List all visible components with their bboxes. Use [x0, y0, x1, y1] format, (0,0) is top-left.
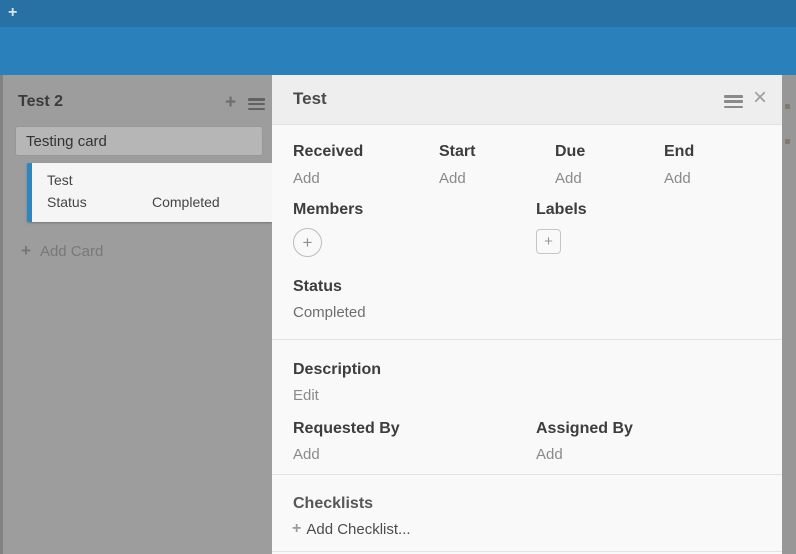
due-label: Due [555, 143, 585, 160]
start-field: Start Add [439, 143, 475, 187]
end-field: End Add [664, 143, 694, 187]
due-add-link[interactable]: Add [555, 170, 585, 187]
status-label: Status [293, 278, 342, 296]
minicard-field-value: Completed [152, 194, 220, 210]
status-value: Completed [293, 304, 366, 321]
labels-label: Labels [536, 201, 587, 219]
add-card-button[interactable]: + Add Card [21, 241, 103, 261]
requested-by-label: Requested By [293, 420, 400, 438]
plus-icon: + [21, 242, 31, 260]
card-composer-input[interactable] [15, 126, 263, 156]
add-checklist-label: Add Checklist... [306, 521, 410, 538]
minicard-field-label: Status [47, 194, 87, 210]
add-board-icon[interactable]: + [8, 4, 17, 22]
list-test-2: Test 2 + Test Status Completed + Add Car… [3, 75, 272, 554]
checklists-label: Checklists [293, 495, 373, 513]
section-divider [272, 474, 782, 475]
section-divider [272, 551, 782, 552]
add-member-button[interactable]: + [293, 228, 322, 257]
hidden-list-icon [785, 104, 790, 109]
section-divider [272, 339, 782, 340]
card-detail-body: Received Add Start Add Due Add End Add M… [272, 125, 782, 554]
received-field: Received Add [293, 143, 363, 187]
members-label: Members [293, 201, 363, 219]
assigned-by-label: Assigned By [536, 420, 633, 438]
card-detail-header: Test × [272, 75, 782, 125]
start-add-link[interactable]: Add [439, 170, 475, 187]
board-header-bar [0, 27, 796, 75]
plus-icon: + [303, 233, 313, 253]
plus-icon: + [544, 233, 553, 250]
received-add-link[interactable]: Add [293, 170, 363, 187]
app-topbar: + [0, 0, 796, 27]
card-detail-panel: Test × Received Add Start Add Due Add En… [272, 75, 782, 554]
minicard-title: Test [47, 172, 73, 188]
assigned-by-add-link[interactable]: Add [536, 446, 563, 463]
description-label: Description [293, 361, 381, 379]
end-label: End [664, 143, 694, 160]
board-background-strip [782, 75, 796, 554]
due-field: Due Add [555, 143, 585, 187]
description-edit-link[interactable]: Edit [293, 387, 319, 404]
end-add-link[interactable]: Add [664, 170, 694, 187]
add-card-label: Add Card [40, 243, 103, 260]
list-add-card-icon[interactable]: + [225, 92, 236, 114]
minicard-test[interactable]: Test Status Completed [27, 163, 272, 222]
card-menu-icon[interactable] [724, 95, 743, 108]
list-title: Test 2 [18, 93, 63, 111]
requested-by-add-link[interactable]: Add [293, 446, 320, 463]
start-label: Start [439, 143, 475, 160]
close-icon[interactable]: × [753, 84, 767, 112]
plus-icon: + [292, 520, 301, 538]
list-menu-icon[interactable] [248, 98, 265, 110]
card-title[interactable]: Test [293, 89, 327, 109]
received-label: Received [293, 143, 363, 160]
add-label-button[interactable]: + [536, 229, 561, 254]
add-checklist-button[interactable]: + Add Checklist... [292, 520, 411, 538]
hidden-list-icon [785, 139, 790, 144]
